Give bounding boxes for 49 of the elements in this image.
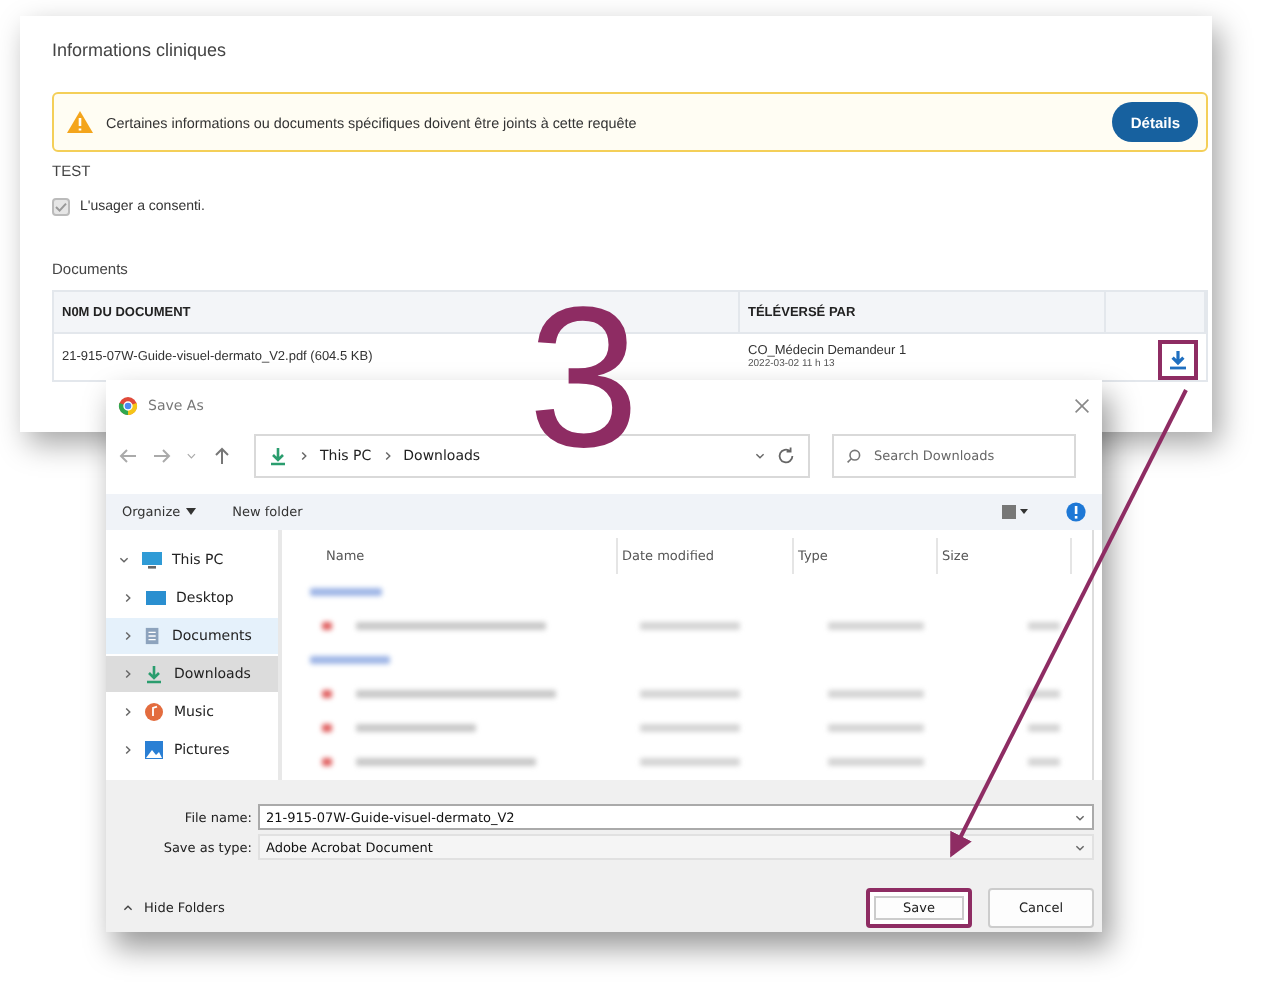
blurred-text xyxy=(1028,690,1060,699)
desktop-icon xyxy=(144,588,166,608)
refresh-icon xyxy=(776,446,796,466)
blurred-text xyxy=(828,621,924,630)
blurred-text xyxy=(310,655,390,664)
search-icon xyxy=(846,448,862,464)
blurred-text xyxy=(828,758,924,767)
download-button[interactable] xyxy=(1158,339,1198,379)
blurred-text xyxy=(828,724,924,733)
chevron-right-icon xyxy=(122,744,134,756)
caret-down-icon xyxy=(186,508,197,516)
chevron-up-icon xyxy=(122,902,134,914)
blurred-text xyxy=(310,587,382,596)
blurred-text xyxy=(1028,621,1060,630)
chevron-down-icon xyxy=(754,450,766,462)
blurred-text xyxy=(356,724,476,733)
download-icon xyxy=(144,664,164,684)
browser-logo-icon xyxy=(118,396,138,416)
blurred-text xyxy=(640,724,740,733)
pictures-icon xyxy=(144,740,164,760)
blurred-text xyxy=(640,621,740,630)
chevron-down-icon xyxy=(118,554,130,566)
chevron-down-icon xyxy=(1074,811,1086,823)
monitor-icon xyxy=(140,550,162,570)
close-icon xyxy=(1074,398,1090,414)
music-icon xyxy=(144,702,164,722)
blurred-text xyxy=(1028,724,1060,733)
help-icon xyxy=(1066,502,1086,522)
chevron-down-icon xyxy=(1074,841,1086,853)
download-icon xyxy=(268,446,288,466)
dropdown-caret-icon xyxy=(186,450,198,462)
up-arrow-icon xyxy=(212,446,232,466)
chevron-right-icon xyxy=(381,450,394,462)
section-title: Informations cliniques xyxy=(52,40,229,64)
chevron-right-icon xyxy=(122,706,134,718)
chevron-right-icon xyxy=(122,592,134,604)
chevron-right-icon xyxy=(298,450,310,462)
forward-arrow-icon xyxy=(152,446,172,466)
view-options-icon xyxy=(1002,504,1030,520)
blurred-text xyxy=(828,690,924,699)
blurred-text xyxy=(1028,758,1060,767)
document-icon xyxy=(144,626,162,646)
blurred-text xyxy=(640,690,740,699)
warning-icon xyxy=(66,110,94,134)
back-arrow-icon xyxy=(118,446,138,466)
chevron-right-icon xyxy=(122,668,134,680)
download-icon xyxy=(1168,349,1188,369)
chevron-right-icon xyxy=(122,630,134,642)
blurred-text xyxy=(640,758,740,767)
